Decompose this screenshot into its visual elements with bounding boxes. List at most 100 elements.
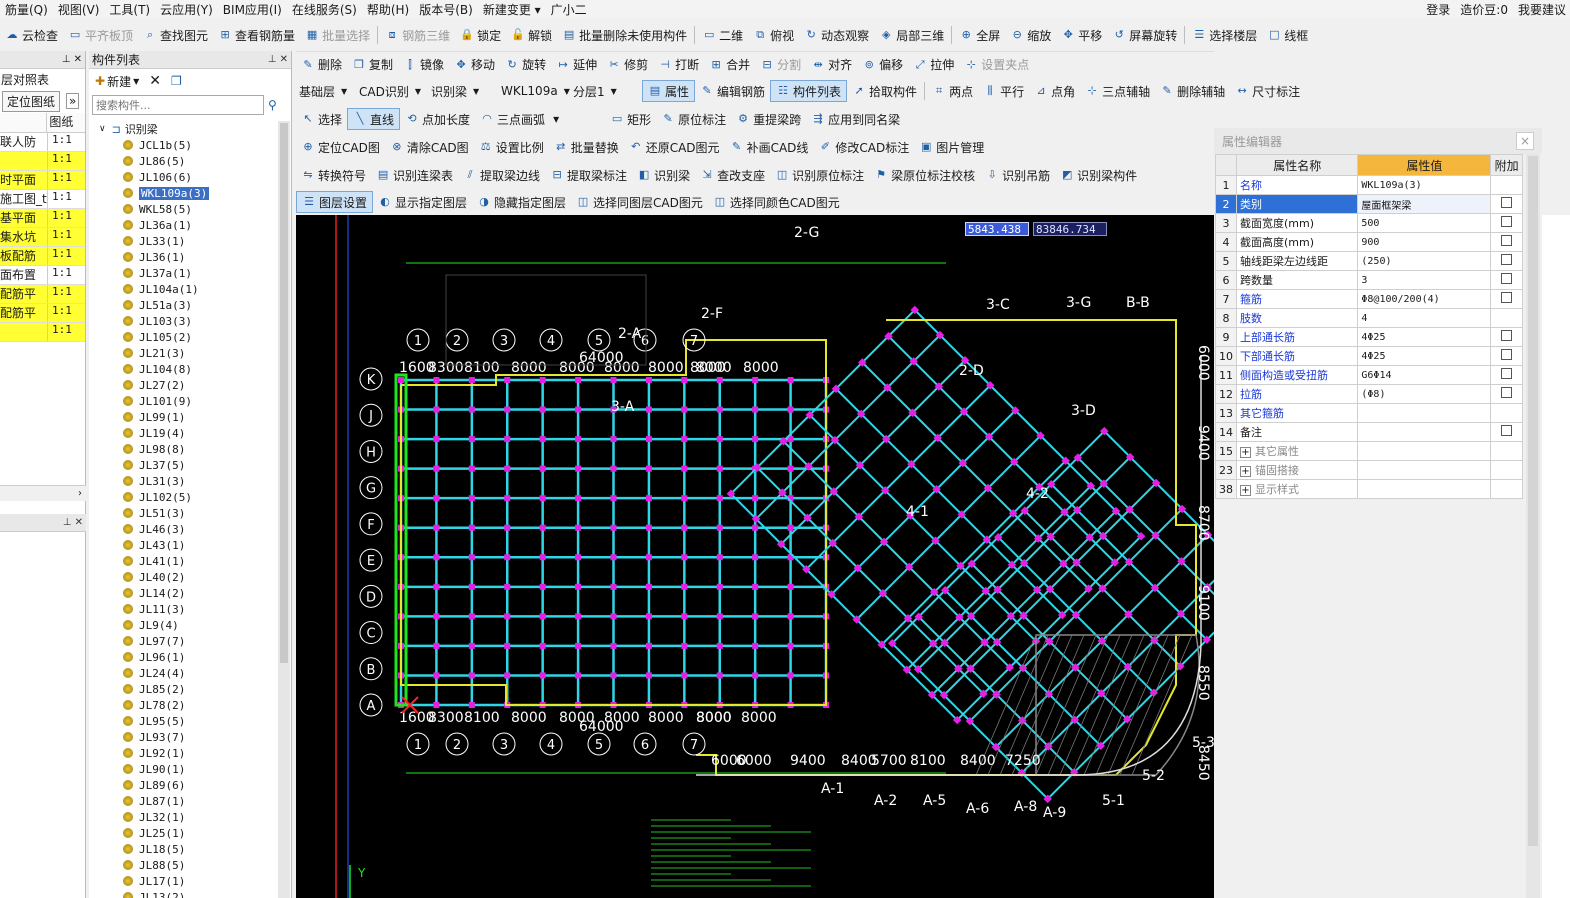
cad-tool-button[interactable]: ◑ 隐藏指定图层 [472, 191, 571, 213]
cad-select[interactable]: CAD识别 ▼ [356, 81, 428, 101]
property-row[interactable]: 4 截面高度(mm) 900 [1215, 232, 1523, 252]
column-node[interactable] [716, 583, 723, 590]
column-node[interactable] [645, 672, 652, 679]
edit-tool-button[interactable]: ✥ 移动 [449, 54, 500, 76]
pick-component-button[interactable]: ➚ 拾取构件 [847, 80, 922, 102]
cad-canvas[interactable]: 1 1 2 2 3 3 4 4 5 5 6 6 7 7 K J H G F E D C B A 1600 8300 8100 8000… [296, 215, 1214, 898]
tool-button[interactable]: ⊖ 缩放 [1005, 24, 1056, 46]
panel-pin-icon[interactable]: ⊥ ✕ [268, 54, 288, 65]
column-node[interactable] [610, 377, 617, 383]
column-node[interactable] [575, 554, 582, 561]
cad-tool-button[interactable]: ◫ 选择同颜色CAD图元 [708, 191, 845, 213]
cad-tool-button[interactable]: ✎ 补画CAD线 [725, 136, 814, 158]
copy-icon[interactable]: ❐ [171, 74, 182, 88]
column-node[interactable] [752, 583, 759, 590]
column-node[interactable] [645, 465, 652, 472]
cad-tool-button[interactable]: ⊗ 清除CAD图 [385, 136, 474, 158]
edit-tool-button[interactable]: ✎ 删除 [296, 54, 347, 76]
tree-scrollbar[interactable] [278, 121, 290, 898]
property-value[interactable]: 4Φ25 [1357, 327, 1492, 347]
collapse-icon[interactable]: ∨ [99, 124, 106, 134]
tree-item[interactable]: JL51a(3) [91, 297, 276, 313]
menu-item[interactable]: 新建变更 ▾ [478, 1, 546, 18]
edit-tool-button[interactable]: ⊚ 偏移 [857, 54, 908, 76]
column-node[interactable] [504, 377, 511, 383]
cad-tool-button[interactable]: ▣ 图片管理 [914, 136, 989, 158]
layer-select[interactable]: 基础层 ▼ [296, 81, 356, 101]
column-node[interactable] [504, 436, 511, 443]
cad-tool-button[interactable]: ✐ 修改CAD标注 [813, 136, 914, 158]
column-node[interactable] [468, 524, 475, 531]
tree-item[interactable]: JL103(3) [91, 313, 276, 329]
edit-tool-button[interactable]: ↻ 旋转 [500, 54, 551, 76]
extra-checkbox[interactable] [1501, 197, 1513, 208]
column-node[interactable] [752, 406, 759, 413]
property-value[interactable] [1357, 441, 1492, 461]
tree-item[interactable]: JL32(1) [91, 809, 276, 825]
axis-tool-button[interactable]: ✎ 删除辅轴 [1155, 80, 1230, 102]
column-node[interactable] [716, 672, 723, 679]
column-node[interactable] [468, 642, 475, 649]
column-node[interactable] [752, 642, 759, 649]
column-node[interactable] [716, 613, 723, 620]
column-node[interactable] [645, 613, 652, 620]
column-node[interactable] [681, 495, 688, 502]
column-node[interactable] [681, 406, 688, 413]
tree-item[interactable]: WKL58(5) [91, 201, 276, 217]
column-node[interactable] [752, 377, 759, 383]
column-node[interactable] [575, 583, 582, 590]
tree-item[interactable]: JL88(5) [91, 857, 276, 873]
coord-x-readout[interactable]: 5843.438 [965, 222, 1029, 236]
property-scrollbar[interactable] [1526, 154, 1540, 898]
edit-tool-button[interactable]: ⊞ 合并 [704, 54, 755, 76]
column-node[interactable] [539, 672, 546, 679]
tool-button[interactable]: ↺ 屏幕旋转 [1107, 24, 1182, 46]
tree-item[interactable]: JCL1b(5) [91, 137, 276, 153]
layer-map-row[interactable]: 面布置 1:1 [0, 266, 85, 285]
tree-item[interactable]: JL89(6) [91, 777, 276, 793]
tree-item[interactable]: JL46(3) [91, 521, 276, 537]
column-node[interactable] [645, 583, 652, 590]
property-row[interactable]: 13 其它箍筋 [1215, 403, 1523, 423]
property-value[interactable]: (Φ8) [1357, 384, 1492, 404]
property-value[interactable]: (250) [1357, 251, 1492, 271]
column-node[interactable] [681, 377, 688, 383]
cad-tool-button[interactable]: ⫽ 提取梁边线 [458, 164, 545, 186]
column-node[interactable] [787, 524, 794, 531]
menu-item[interactable]: 视图(V) [53, 1, 105, 18]
tree-item[interactable]: JL36a(1) [91, 217, 276, 233]
tree-item[interactable]: JL98(8) [91, 441, 276, 457]
price-beans[interactable]: 造价豆:0 [1460, 1, 1508, 18]
cad-tool-button[interactable]: ⇄ 批量替换 [549, 136, 624, 158]
menu-item[interactable]: 筋量(Q) [0, 1, 53, 18]
property-row[interactable]: 10 下部通长筋 4Φ25 [1215, 346, 1523, 366]
tree-item[interactable]: JL101(9) [91, 393, 276, 409]
column-node[interactable] [610, 465, 617, 472]
column-node[interactable] [468, 465, 475, 472]
cad-tool-button[interactable]: ◐ 显示指定图层 [373, 191, 472, 213]
login-link[interactable]: 登录 [1426, 1, 1450, 18]
expand-button[interactable]: » [66, 93, 80, 109]
column-node[interactable] [468, 406, 475, 413]
column-node[interactable] [504, 495, 511, 502]
tree-item[interactable]: JL99(1) [91, 409, 276, 425]
tree-item[interactable]: JL24(4) [91, 665, 276, 681]
column-node[interactable] [504, 554, 511, 561]
column-node[interactable] [504, 613, 511, 620]
expand-icon[interactable]: + [1240, 485, 1251, 496]
layer-map-row[interactable]: 时平面 1:1 [0, 171, 85, 190]
column-node[interactable] [433, 672, 440, 679]
tool-button[interactable]: ▤ 批量删除未使用构件 [557, 24, 692, 46]
column-node[interactable] [504, 672, 511, 679]
column-node[interactable] [787, 613, 794, 620]
property-row[interactable]: 11 侧面构造或受扭筋 G6Φ14 [1215, 365, 1523, 385]
tree-root[interactable]: ∨ ⊐ 识别梁 [91, 121, 276, 137]
suggest-link[interactable]: 我要建议 [1518, 1, 1566, 18]
layer-map-row[interactable]: 1:1 [0, 323, 85, 342]
cad-drawing[interactable]: 11223344556677KJHGFEDCBA16008300 8100 8000… [296, 215, 1214, 898]
column-node[interactable] [787, 406, 794, 413]
column-node[interactable] [645, 406, 652, 413]
column-node[interactable] [433, 554, 440, 561]
column-node[interactable] [575, 465, 582, 472]
edit-rebar-button[interactable]: ✎ 编辑钢筋 [695, 80, 770, 102]
